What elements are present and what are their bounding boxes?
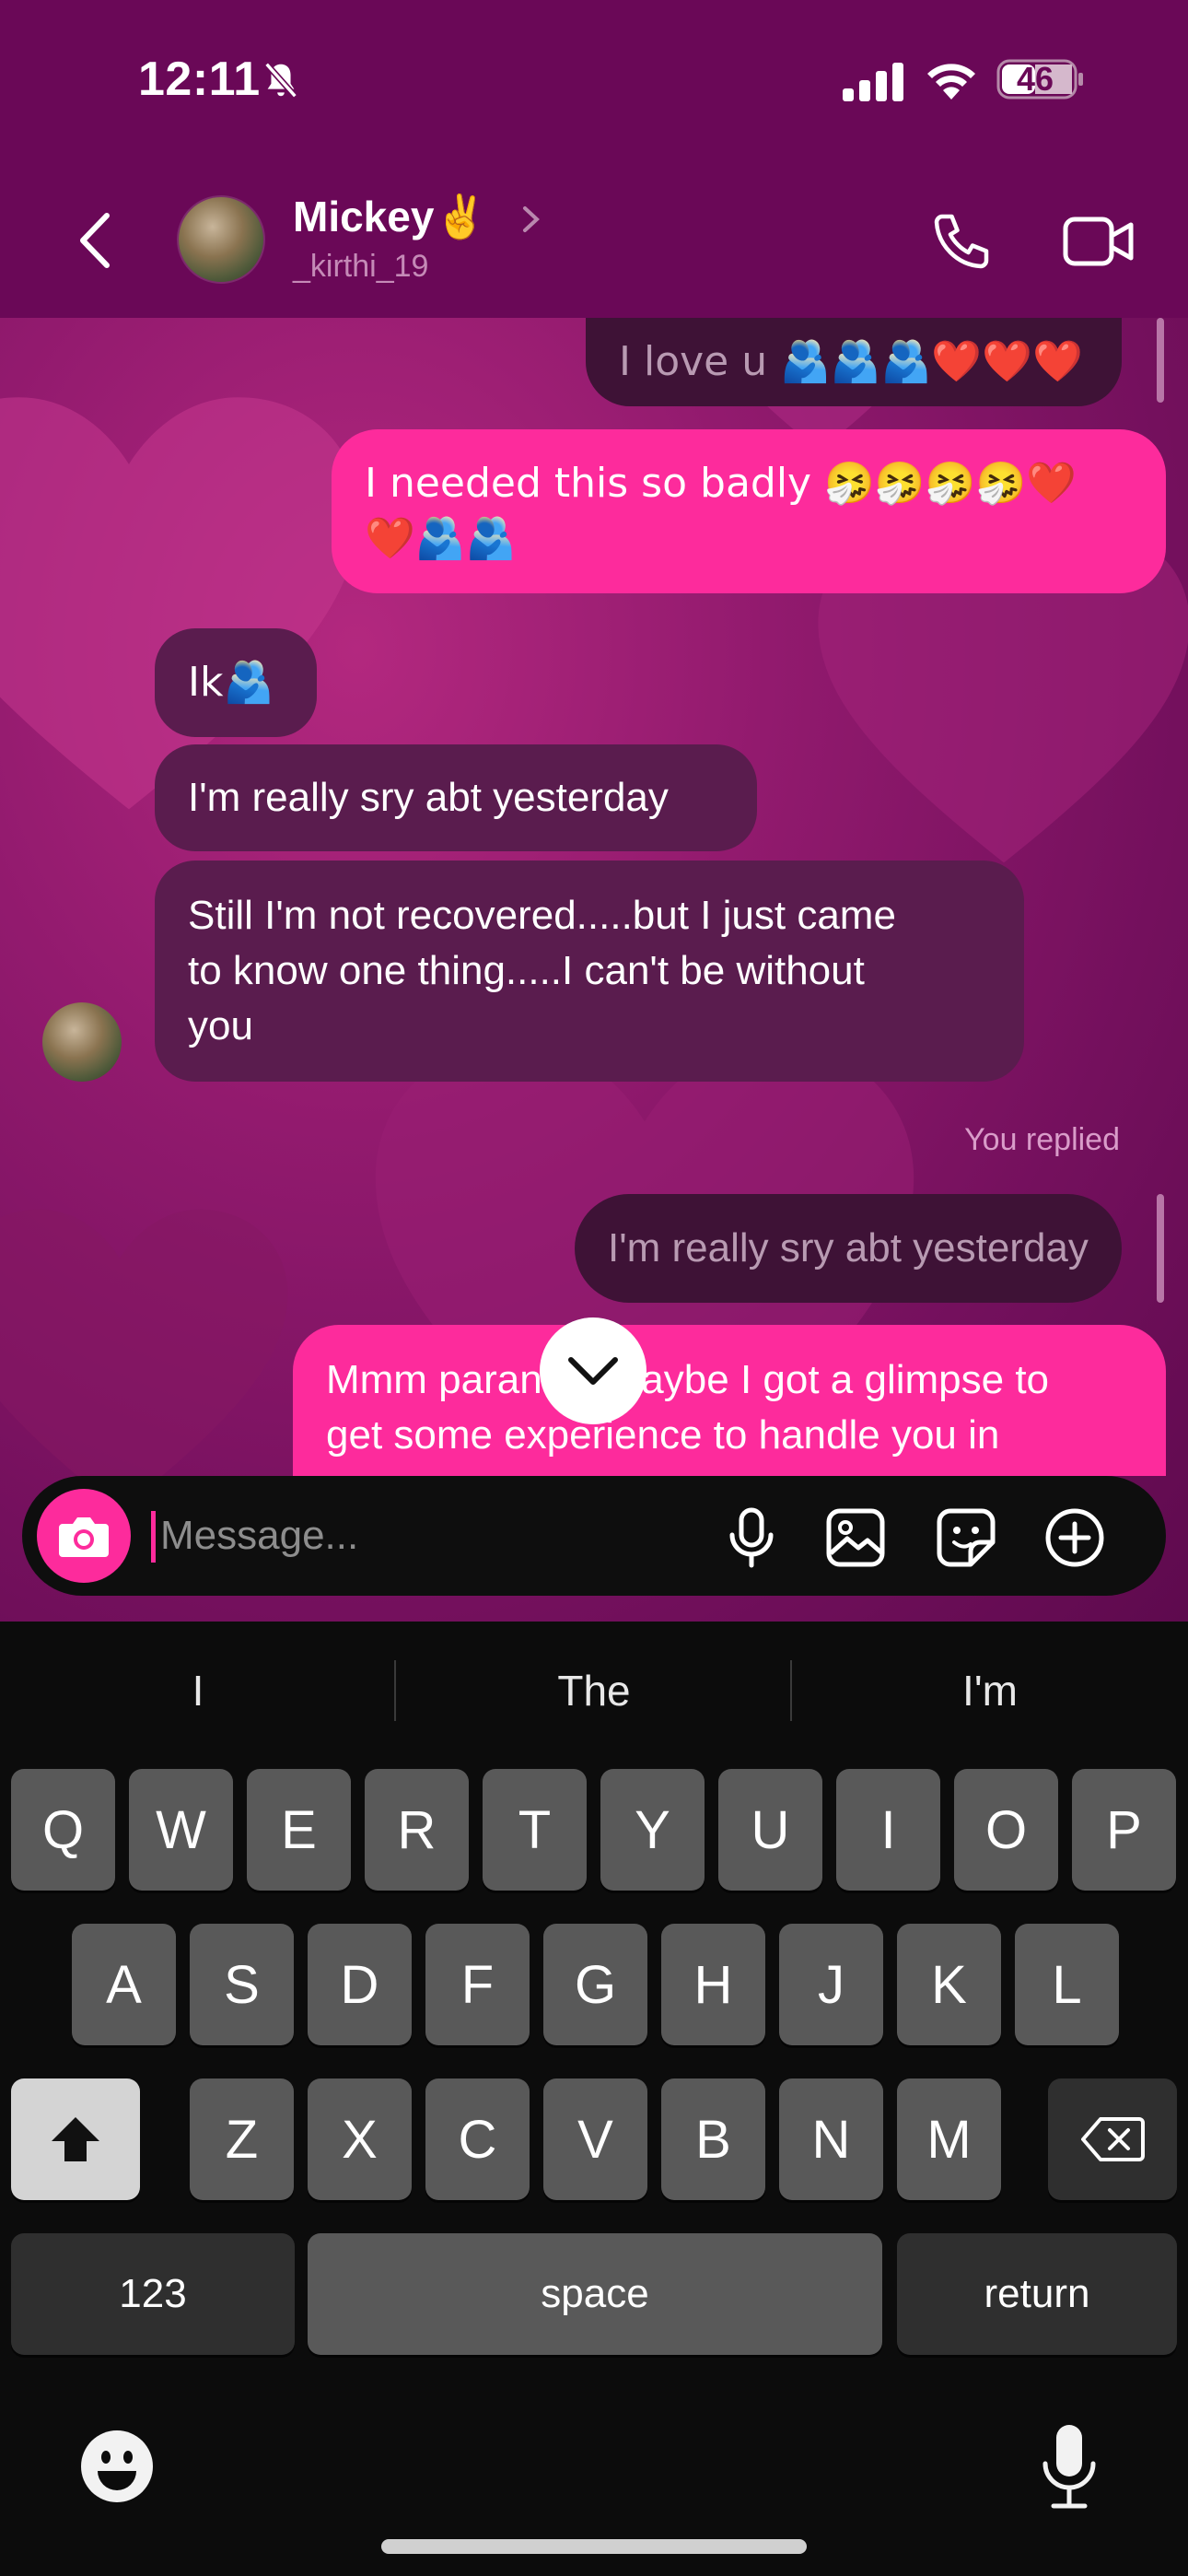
shift-key[interactable] xyxy=(11,2078,140,2200)
message-text-line: Mmm paranoid maybe I got a glimpse to xyxy=(326,1357,1050,1402)
key-g[interactable]: G xyxy=(543,1924,647,2045)
image-icon[interactable] xyxy=(825,1507,886,1568)
key-x[interactable]: X xyxy=(308,2078,412,2200)
chevron-left-icon[interactable] xyxy=(76,212,112,269)
message-text: I'm really sry abt yesterday xyxy=(188,775,669,820)
keyboard: I The I'm Q W E R T Y U I O P A S D F G … xyxy=(0,1622,1188,2576)
received-message-bubble[interactable]: Still I'm not recovered.....but I just c… xyxy=(155,861,1024,1082)
key-f[interactable]: F xyxy=(425,1924,530,2045)
reply-quote-bubble[interactable]: I'm really sry abt yesterday xyxy=(575,1194,1122,1303)
chat-header: Mickey✌️ _kirthi_19 xyxy=(0,157,1188,318)
cellular-signal-icon xyxy=(843,63,903,101)
home-indicator[interactable] xyxy=(381,2539,807,2554)
microphone-icon[interactable] xyxy=(724,1507,779,1568)
sender-avatar[interactable] xyxy=(42,1002,122,1082)
key-z[interactable]: Z xyxy=(190,2078,294,2200)
contact-name-emoji: ✌️ xyxy=(434,192,487,241)
key-v[interactable]: V xyxy=(543,2078,647,2200)
chevron-down-icon xyxy=(568,1357,618,1385)
status-time: 12:11 xyxy=(138,53,261,106)
text-caret xyxy=(151,1511,156,1563)
camera-button[interactable] xyxy=(37,1489,131,1583)
received-message-bubble[interactable]: I'm really sry abt yesterday xyxy=(155,744,757,851)
message-text-line: get some experience to handle you in xyxy=(326,1412,1000,1458)
key-w[interactable]: W xyxy=(129,1769,233,1891)
sent-message-bubble[interactable]: Mmm paranoid maybe I got a glimpse to ge… xyxy=(293,1325,1166,1476)
delete-key[interactable] xyxy=(1048,2078,1177,2200)
message-text: I love u 🫂🫂🫂❤️❤️❤️ xyxy=(619,338,1083,385)
sent-message-bubble[interactable]: I needed this so badly 🤧🤧🤧🤧❤️ ❤️🫂🫂 xyxy=(332,429,1166,593)
key-i[interactable]: I xyxy=(836,1769,940,1891)
key-d[interactable]: D xyxy=(308,1924,412,2045)
reply-indicator xyxy=(1157,318,1164,403)
message-text-line: you xyxy=(188,1003,253,1048)
key-c[interactable]: C xyxy=(425,2078,530,2200)
reply-indicator xyxy=(1157,1194,1164,1303)
message-text: Ik🫂 xyxy=(188,659,274,706)
message-text-line: Still I'm not recovered.....but I just c… xyxy=(188,893,896,938)
contact-avatar[interactable] xyxy=(177,195,265,284)
key-t[interactable]: T xyxy=(483,1769,587,1891)
received-message-bubble[interactable]: Ik🫂 xyxy=(155,628,317,737)
key-m[interactable]: M xyxy=(897,2078,1001,2200)
key-k[interactable]: K xyxy=(897,1924,1001,2045)
phone-icon[interactable] xyxy=(928,208,995,275)
key-e[interactable]: E xyxy=(247,1769,351,1891)
wifi-icon xyxy=(927,64,975,100)
status-bar: 12:11 46 xyxy=(0,0,1188,157)
space-key[interactable]: space xyxy=(308,2233,882,2355)
key-p[interactable]: P xyxy=(1072,1769,1176,1891)
key-l[interactable]: L xyxy=(1015,1924,1119,2045)
plus-circle-icon[interactable] xyxy=(1044,1507,1105,1568)
shift-icon xyxy=(52,2117,99,2161)
key-r[interactable]: R xyxy=(365,1769,469,1891)
reply-quote-bubble[interactable]: I love u 🫂🫂🫂❤️❤️❤️ xyxy=(586,318,1122,406)
key-a[interactable]: A xyxy=(72,1924,176,2045)
key-h[interactable]: H xyxy=(661,1924,765,2045)
numbers-key[interactable]: 123 xyxy=(11,2233,295,2355)
message-composer xyxy=(22,1476,1166,1596)
key-y[interactable]: Y xyxy=(600,1769,705,1891)
you-replied-label: You replied xyxy=(964,1122,1120,1157)
key-o[interactable]: O xyxy=(954,1769,1058,1891)
dictation-icon[interactable] xyxy=(1041,2423,1098,2510)
bell-slash-icon xyxy=(264,62,297,99)
video-camera-icon[interactable] xyxy=(1063,214,1135,269)
contact-name[interactable]: Mickey✌️ xyxy=(293,192,487,242)
sent-message-clip: Mmm paranoid maybe I got a glimpse to ge… xyxy=(293,1325,1166,1476)
key-q[interactable]: Q xyxy=(11,1769,115,1891)
key-u[interactable]: U xyxy=(718,1769,822,1891)
emoji-icon[interactable] xyxy=(79,2429,155,2504)
contact-username[interactable]: _kirthi_19 xyxy=(293,249,428,285)
key-b[interactable]: B xyxy=(661,2078,765,2200)
camera-icon xyxy=(59,1517,109,1557)
suggestion-item[interactable]: I'm xyxy=(792,1622,1188,1760)
suggestion-bar: I The I'm xyxy=(0,1622,1188,1760)
key-j[interactable]: J xyxy=(779,1924,883,2045)
return-key[interactable]: return xyxy=(897,2233,1177,2355)
backspace-icon xyxy=(1081,2117,1145,2161)
scroll-to-bottom-button[interactable] xyxy=(540,1317,646,1424)
key-n[interactable]: N xyxy=(779,2078,883,2200)
key-s[interactable]: S xyxy=(190,1924,294,2045)
message-text-line: I needed this so badly 🤧🤧🤧🤧❤️ xyxy=(365,460,1077,507)
suggestion-item[interactable]: I xyxy=(0,1622,396,1760)
chevron-right-icon[interactable] xyxy=(521,205,542,234)
message-text-line: ❤️🫂🫂 xyxy=(365,515,517,562)
suggestion-item[interactable]: The xyxy=(396,1622,792,1760)
battery-level: 46 xyxy=(1016,60,1054,98)
sticker-icon[interactable] xyxy=(936,1507,996,1568)
message-text-line: to know one thing.....I can't be without xyxy=(188,948,865,993)
message-input[interactable] xyxy=(160,1504,621,1568)
message-text: I'm really sry abt yesterday xyxy=(608,1225,1089,1270)
